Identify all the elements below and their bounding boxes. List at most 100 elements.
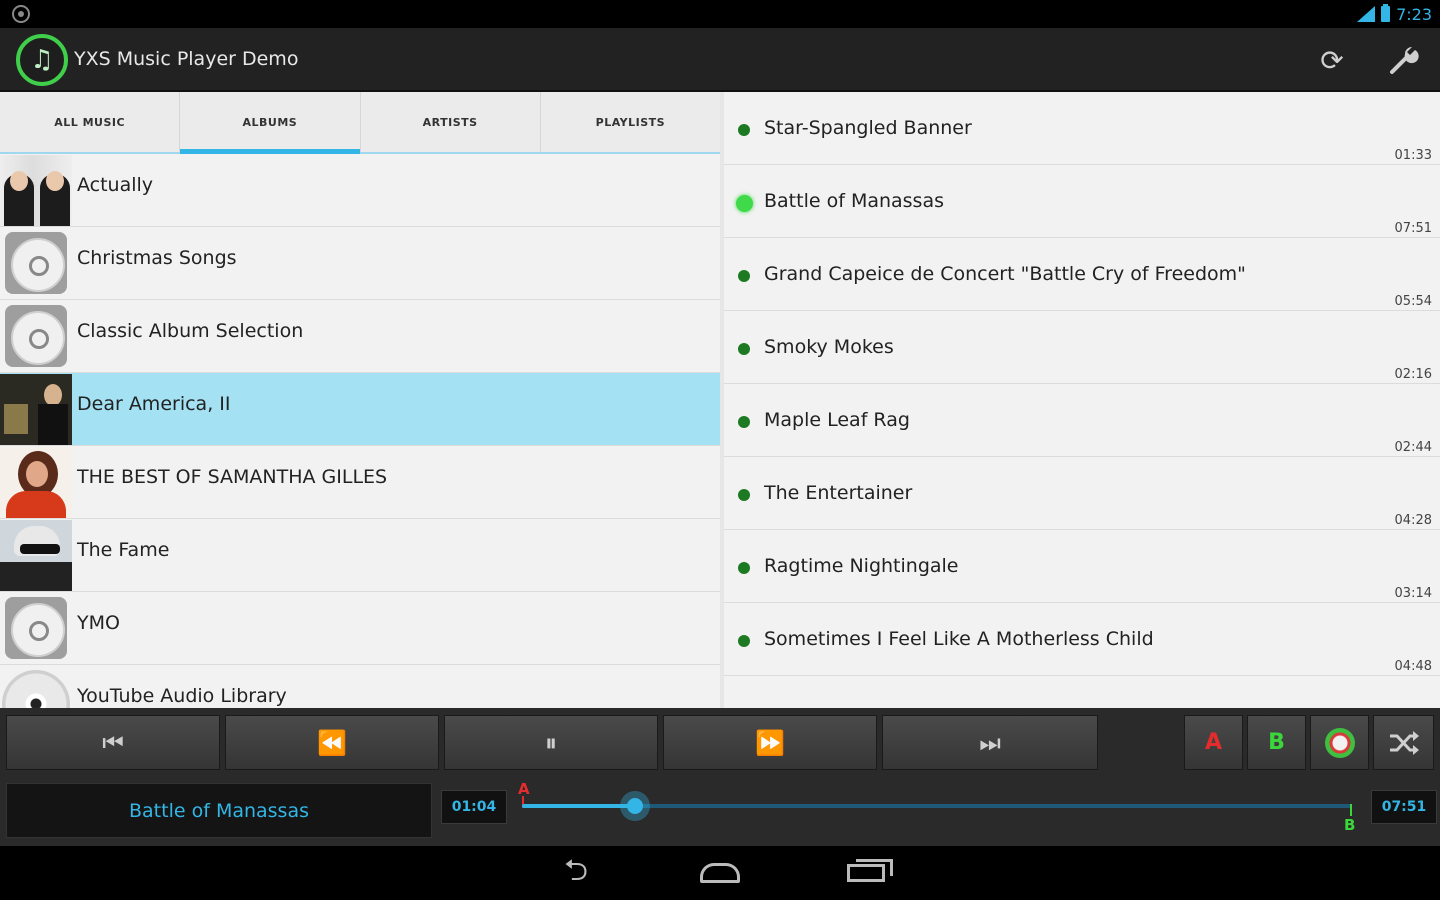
home-button[interactable]: [690, 856, 750, 890]
track-duration: 02:16: [1394, 367, 1432, 382]
now-playing-title: Battle of Manassas: [129, 799, 309, 822]
track-status-icon: [738, 635, 750, 647]
skip-next-icon: ⏭: [979, 728, 1001, 757]
now-playing-icon: [736, 195, 753, 212]
track-row[interactable]: Smoky Mokes 02:16: [724, 311, 1440, 384]
track-row[interactable]: Sometimes I Feel Like A Motherless Child…: [724, 603, 1440, 676]
status-indicators: 7:23: [1355, 3, 1432, 25]
app-title: YXS Music Player Demo: [74, 48, 299, 70]
track-duration: 03:14: [1394, 586, 1432, 601]
track-title: Ragtime Nightingale: [764, 555, 959, 577]
app-logo-icon[interactable]: ♫: [16, 34, 68, 86]
track-row[interactable]: Ragtime Nightingale 03:14: [724, 530, 1440, 603]
album-row[interactable]: Actually: [0, 154, 720, 227]
total-time: 07:51: [1371, 790, 1437, 824]
recents-button[interactable]: [836, 856, 896, 890]
track-title: Star-Spangled Banner: [764, 117, 972, 139]
track-row[interactable]: Grand Capeice de Concert "Battle Cry of …: [724, 238, 1440, 311]
album-row[interactable]: YMO: [0, 592, 720, 665]
track-duration: 01:33: [1394, 148, 1432, 163]
track-title: Battle of Manassas: [764, 190, 944, 212]
album-row[interactable]: Classic Album Selection: [0, 300, 720, 373]
disc-icon: [2, 670, 70, 708]
track-row-playing[interactable]: Battle of Manassas 07:51: [724, 165, 1440, 238]
track-status-icon: [738, 489, 750, 501]
seek-bar[interactable]: [522, 791, 1352, 821]
tab-all-music[interactable]: ALL MUSIC: [0, 92, 181, 152]
track-row[interactable]: Star-Spangled Banner 01:33: [724, 92, 1440, 165]
pause-button[interactable]: ⏸: [444, 715, 658, 770]
back-button[interactable]: ⮌: [546, 853, 606, 890]
track-status-icon: [738, 124, 750, 136]
album-row[interactable]: Christmas Songs: [0, 227, 720, 300]
album-row[interactable]: THE BEST OF SAMANTHA GILLES: [0, 446, 720, 519]
album-cover: [0, 374, 72, 445]
rewind-button[interactable]: ⏪: [225, 715, 439, 770]
pause-icon: ⏸: [545, 728, 557, 757]
shuffle-button[interactable]: [1373, 715, 1434, 770]
album-row-selected[interactable]: Dear America, II: [0, 373, 720, 446]
previous-button[interactable]: ⏮: [6, 715, 220, 770]
track-status-icon: [738, 270, 750, 282]
album-name: YMO: [77, 612, 120, 634]
ab-point-b-button[interactable]: B: [1247, 715, 1306, 770]
track-duration: 02:44: [1394, 440, 1432, 455]
album-cover: [0, 155, 72, 226]
album-cover: [0, 447, 72, 518]
album-cover: [0, 301, 72, 372]
album-cover: [0, 593, 72, 664]
navigation-bar: ⮌: [0, 846, 1440, 900]
home-icon: [700, 863, 740, 883]
track-title: Maple Leaf Rag: [764, 409, 910, 431]
track-title: The Entertainer: [764, 482, 913, 504]
track-duration: 04:48: [1394, 659, 1432, 674]
cd-icon: [5, 305, 67, 367]
tab-playlists[interactable]: PLAYLISTS: [541, 92, 720, 152]
refresh-button[interactable]: ⟳: [1314, 42, 1350, 78]
track-row[interactable]: Maple Leaf Rag 02:44: [724, 384, 1440, 457]
ab-point-a-button[interactable]: A: [1184, 715, 1243, 770]
music-note-icon: ♫: [30, 45, 54, 75]
tab-albums[interactable]: ALBUMS: [180, 92, 361, 154]
skip-previous-icon: ⏮: [102, 728, 124, 757]
next-button[interactable]: ⏭: [882, 715, 1098, 770]
album-name: YouTube Audio Library: [77, 685, 287, 707]
track-status-icon: [738, 416, 750, 428]
album-name: THE BEST OF SAMANTHA GILLES: [77, 466, 388, 488]
cd-icon: [5, 597, 67, 659]
album-cover: [0, 520, 72, 591]
settings-button[interactable]: [1386, 42, 1422, 78]
album-row[interactable]: YouTube Audio Library: [0, 665, 720, 708]
refresh-icon: ⟳: [1320, 43, 1344, 77]
cd-icon: [5, 232, 67, 294]
recents-icon: [847, 859, 893, 882]
tab-artists[interactable]: ARTISTS: [361, 92, 541, 152]
album-name: Christmas Songs: [77, 247, 237, 269]
track-duration: 07:51: [1394, 221, 1432, 236]
album-name: The Fame: [77, 539, 170, 561]
wrench-icon: [1390, 47, 1419, 74]
now-playing-box: Battle of Manassas: [6, 783, 432, 838]
track-title: Sometimes I Feel Like A Motherless Child: [764, 628, 1154, 650]
album-row[interactable]: The Fame: [0, 519, 720, 592]
track-status-icon: [738, 562, 750, 574]
back-icon: ⮌: [563, 852, 589, 888]
playback-controls: ⏮ ⏪ ⏸ ⏩ ⏭ A B Battle of Manassas 01:04 A…: [0, 708, 1440, 846]
notification-icon: [12, 5, 30, 23]
track-row[interactable]: The Entertainer 04:28: [724, 457, 1440, 530]
albums-pane: ALL MUSIC ALBUMS ARTISTS PLAYLISTS Actua…: [0, 92, 720, 708]
track-status-icon: [738, 343, 750, 355]
repeat-button[interactable]: [1310, 715, 1369, 770]
shuffle-icon: [1389, 730, 1419, 755]
album-list: Actually Christmas Songs Classic Album S…: [0, 154, 720, 708]
seek-progress: [522, 804, 635, 808]
battery-icon: [1381, 4, 1391, 22]
track-list: Star-Spangled Banner 01:33 Battle of Man…: [720, 92, 1440, 708]
track-title: Grand Capeice de Concert "Battle Cry of …: [764, 263, 1246, 285]
album-name: Actually: [77, 174, 154, 196]
seek-handle[interactable]: [619, 791, 650, 821]
repeat-icon: [1324, 727, 1355, 758]
fast-forward-button[interactable]: ⏩: [663, 715, 877, 770]
status-bar: 7:23: [0, 0, 1440, 28]
fast-forward-icon: ⏩: [755, 728, 785, 757]
